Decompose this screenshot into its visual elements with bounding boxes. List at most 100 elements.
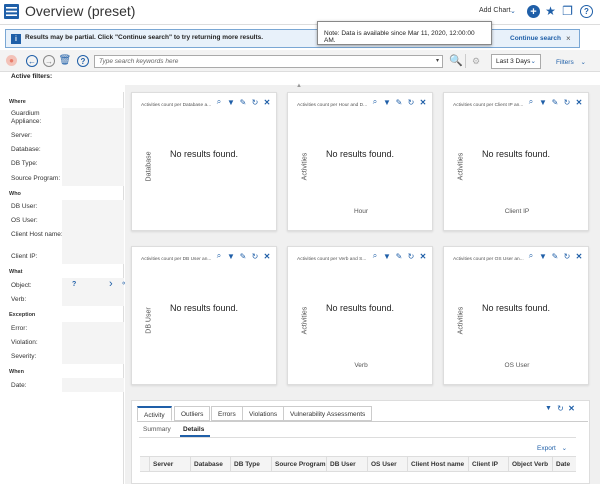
filter-icon[interactable]: ▼ — [382, 251, 392, 261]
subtab-details[interactable]: Details — [183, 426, 204, 433]
edit-icon[interactable]: ✎ — [238, 251, 248, 261]
search-dropdown-icon[interactable]: ▾ — [436, 57, 439, 64]
widget-x-label: Client IP — [504, 208, 530, 215]
column-header[interactable]: DB Type — [234, 461, 260, 468]
db-user-value[interactable] — [62, 200, 124, 214]
star-icon[interactable]: ★ — [544, 4, 557, 18]
edit-icon[interactable]: ✎ — [550, 251, 560, 261]
zoom-icon[interactable]: ⌕ — [214, 97, 224, 107]
column-header[interactable]: Database — [194, 461, 223, 468]
close-icon[interactable]: ✕ — [262, 97, 272, 107]
tab-violations[interactable]: Violations — [242, 406, 285, 421]
subtab-summary[interactable]: Summary — [143, 426, 171, 433]
date-range-select[interactable]: Last 3 Days ⌄ — [491, 54, 541, 69]
database-value[interactable] — [62, 144, 124, 158]
search-icon[interactable]: 🔍 — [449, 54, 463, 67]
tab-outliers[interactable]: Outliers — [174, 406, 211, 421]
close-icon[interactable]: ✕ — [574, 251, 584, 261]
column-header[interactable]: DB User — [330, 461, 356, 468]
filter-icon[interactable]: ▼ — [226, 251, 236, 261]
info-icon: i — [11, 34, 21, 44]
column-header[interactable]: Client Host name — [411, 461, 464, 468]
filter-icon[interactable]: ▼ — [226, 97, 236, 107]
search-input[interactable]: Type search keywords here — [94, 55, 443, 68]
chart-widget: Activities count per DB User an... ⌕ ▼ ✎ ↻ ✕ D… — [131, 246, 277, 385]
severity-value[interactable] — [62, 350, 124, 364]
db-type-value[interactable] — [62, 158, 124, 172]
refresh-icon[interactable]: ↻ — [406, 97, 416, 107]
zoom-icon[interactable]: ⌕ — [526, 97, 536, 107]
zoom-icon[interactable]: ⌕ — [370, 97, 380, 107]
close-icon[interactable]: ✕ — [567, 404, 576, 413]
divider — [465, 54, 466, 68]
close-icon[interactable]: × — [566, 34, 571, 43]
zoom-icon[interactable]: ⌕ — [214, 251, 224, 261]
note-text: Note: Data is available since Mar 11, 20… — [324, 30, 475, 44]
refresh-icon[interactable]: ↻ — [562, 251, 572, 261]
edit-icon[interactable]: ✎ — [238, 97, 248, 107]
verb-value[interactable] — [62, 292, 124, 306]
close-icon[interactable]: ✕ — [574, 97, 584, 107]
back-icon[interactable]: ← — [26, 55, 38, 67]
edit-icon[interactable]: ✎ — [394, 97, 404, 107]
section-who: Who — [9, 191, 21, 197]
record-icon[interactable]: ● — [6, 55, 17, 66]
forward-icon[interactable]: → — [43, 55, 55, 67]
collapse-arrow-icon[interactable]: ▲ — [296, 83, 302, 89]
guardium-appliance-value[interactable] — [62, 108, 124, 148]
error-value[interactable] — [62, 322, 124, 336]
filter-icon[interactable]: ▼ — [382, 97, 392, 107]
continue-search-button[interactable]: Continue search — [510, 35, 561, 42]
filter-icon[interactable]: ▼ — [538, 251, 548, 261]
date-value[interactable] — [62, 378, 124, 392]
close-icon[interactable]: ✕ — [418, 251, 428, 261]
trash-icon[interactable]: 🗑 — [59, 54, 72, 67]
column-divider — [190, 457, 191, 471]
column-header[interactable]: Server — [153, 461, 173, 468]
hamburger-menu-icon[interactable] — [4, 4, 19, 19]
refresh-icon[interactable]: ↻ — [250, 97, 260, 107]
guardium-appliance-label: Guardium Appliance: — [11, 110, 42, 125]
chevron-right-icon[interactable]: › — [109, 278, 113, 290]
refresh-icon[interactable]: ↻ — [406, 251, 416, 261]
filters-label: Filters — [556, 59, 574, 66]
column-header[interactable]: Object Verb — [512, 461, 548, 468]
refresh-icon[interactable]: ↻ — [562, 97, 572, 107]
tab-vulnerability-assessments[interactable]: Vulnerability Assessments — [283, 406, 373, 421]
close-icon[interactable]: ✕ — [418, 97, 428, 107]
widget-title: Activities count per Hour and D... — [297, 103, 368, 108]
export-button[interactable]: Export ⌄ — [537, 444, 567, 452]
refresh-icon[interactable]: ↻ — [250, 251, 260, 261]
filter-icon[interactable]: ▼ — [538, 97, 548, 107]
close-icon[interactable]: ✕ — [262, 251, 272, 261]
verb-label: Verb: — [11, 296, 27, 303]
no-results-text: No results found. — [170, 149, 239, 159]
zoom-icon[interactable]: ⌕ — [526, 251, 536, 261]
source-program-value[interactable] — [62, 172, 124, 186]
tab-activity[interactable]: Activity — [137, 406, 172, 421]
add-chart-button[interactable]: Add Chart — [479, 7, 511, 14]
column-header[interactable]: Date — [556, 461, 570, 468]
zoom-icon[interactable]: ⌕ — [370, 251, 380, 261]
no-results-text: No results found. — [326, 303, 395, 313]
violation-value[interactable] — [62, 336, 124, 350]
add-icon[interactable]: + — [527, 5, 540, 18]
filters-button[interactable]: Filters ⌄ — [556, 58, 586, 66]
tab-errors[interactable]: Errors — [211, 406, 243, 421]
client-host-value[interactable] — [62, 228, 124, 250]
settings-icon[interactable]: ⚙ — [471, 56, 481, 66]
chevron-down-icon[interactable]: ⌄ — [510, 7, 516, 15]
column-header[interactable]: OS User — [371, 461, 397, 468]
help-icon[interactable]: ? — [580, 5, 593, 18]
column-header[interactable]: Client IP — [472, 461, 498, 468]
os-user-value[interactable] — [62, 214, 124, 228]
copy-icon[interactable]: ❐ — [561, 4, 574, 18]
filter-icon[interactable]: ▼ — [544, 404, 553, 413]
refresh-icon[interactable]: ↻ — [556, 404, 565, 413]
help-icon[interactable]: ? — [77, 55, 89, 67]
object-help-icon[interactable]: ? — [72, 281, 76, 288]
client-ip-value[interactable] — [62, 250, 124, 264]
column-header[interactable]: Source Program — [275, 461, 326, 468]
edit-icon[interactable]: ✎ — [550, 97, 560, 107]
edit-icon[interactable]: ✎ — [394, 251, 404, 261]
